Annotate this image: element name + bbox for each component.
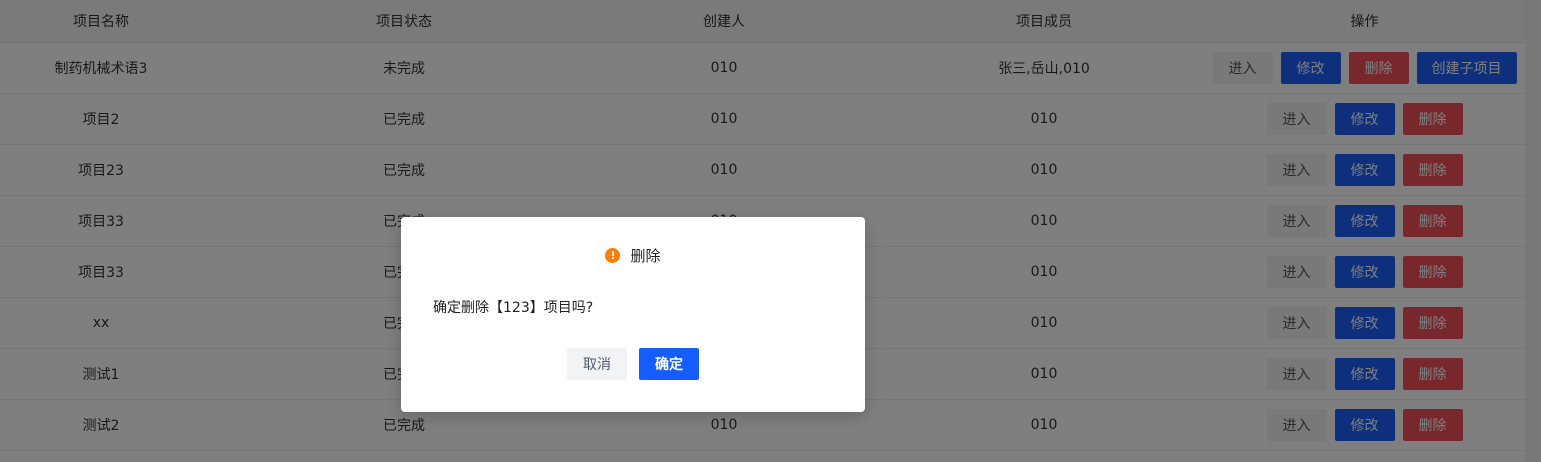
exclamation-warning-icon: ! [605,248,621,263]
dialog-header: ! 删除 [401,245,865,266]
dialog-message: 确定删除【123】项目吗? [433,300,594,316]
dialog-footer: 取消 确定 [401,348,865,380]
dialog-title: 删除 [630,247,661,265]
confirm-button[interactable]: 确定 [639,348,699,380]
cancel-button[interactable]: 取消 [567,348,627,380]
delete-confirm-dialog: ! 删除 确定删除【123】项目吗? 取消 确定 [401,217,865,412]
